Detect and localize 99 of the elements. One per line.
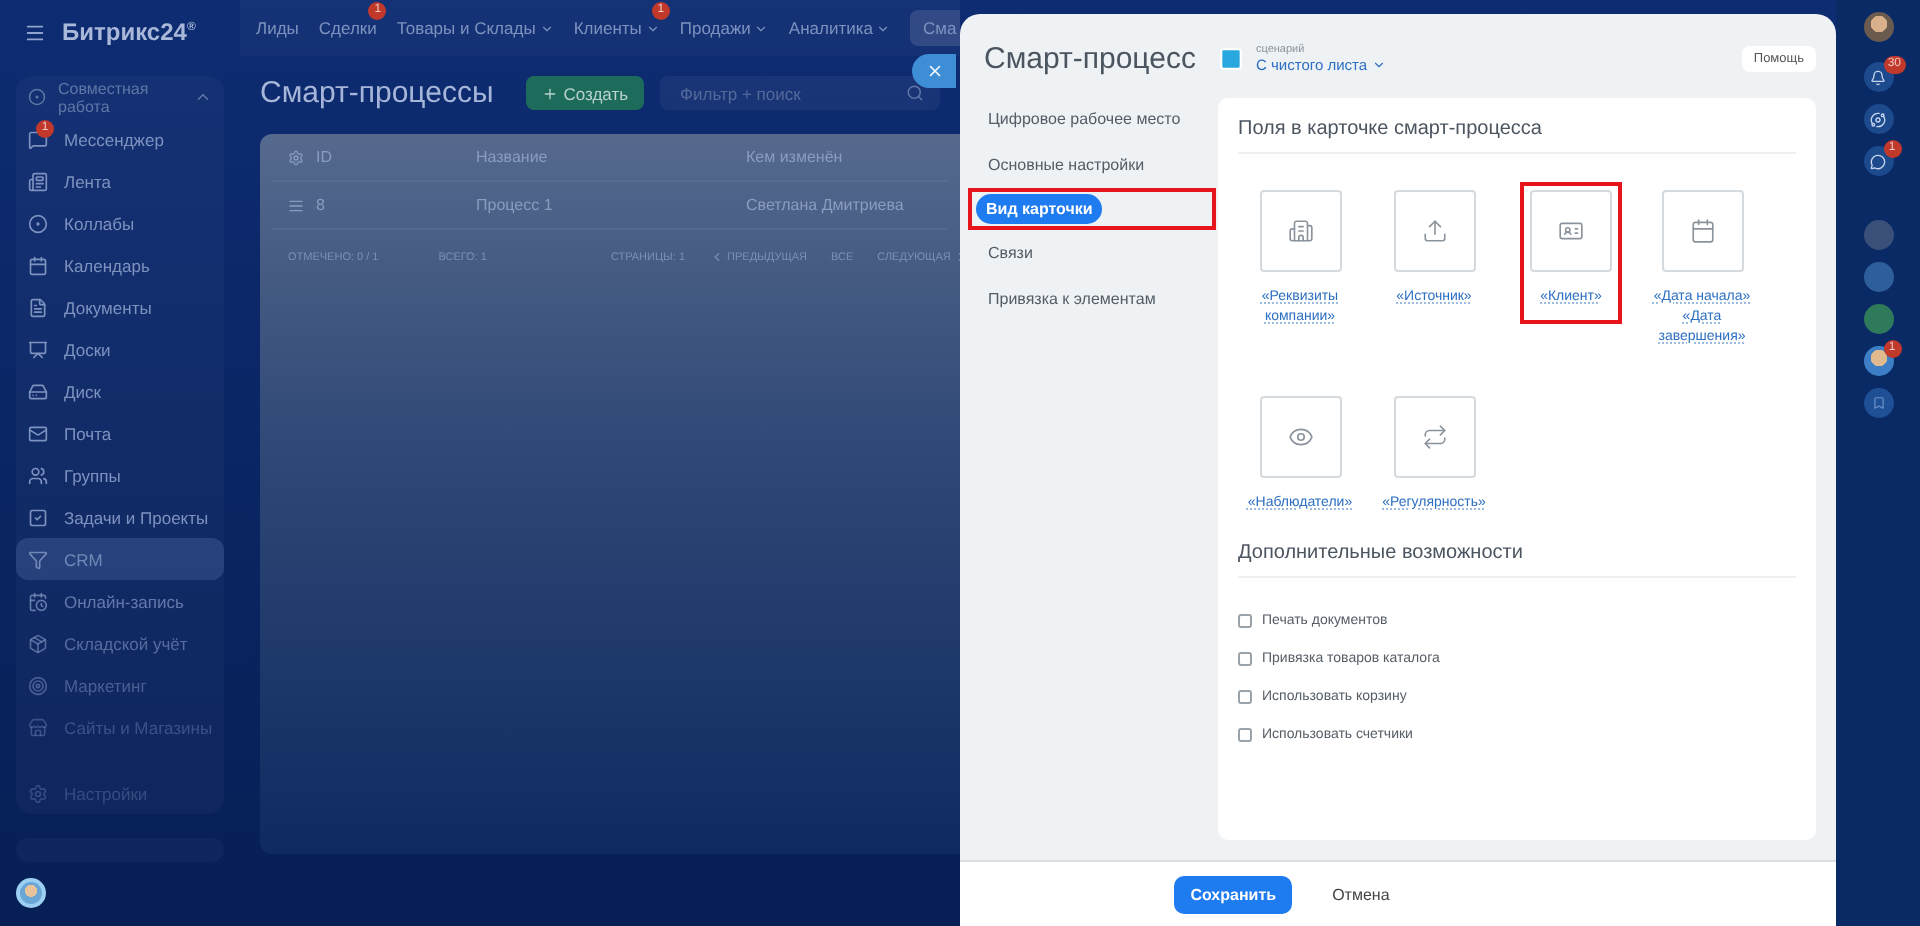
close-icon: [925, 62, 943, 80]
sidebar-icon: [28, 423, 48, 443]
panel-title: Смарт-процесс: [982, 42, 1198, 76]
chevron-icon: [1371, 57, 1386, 71]
checkbox[interactable]: [1238, 614, 1252, 628]
create-button[interactable]: Создать: [525, 76, 645, 110]
sidebar-icon: [28, 255, 48, 275]
panel-nav-item[interactable]: Привязка к элементам: [976, 280, 1168, 318]
panel-nav-item[interactable]: Цифровое рабочее место: [976, 100, 1193, 138]
sidebar-item[interactable]: Группы: [16, 454, 224, 496]
search-icon[interactable]: [906, 84, 925, 102]
sidebar-item[interactable]: Почта: [16, 412, 224, 454]
chevron-left-icon: [709, 250, 724, 264]
building-icon: [1287, 218, 1313, 244]
checkbox[interactable]: [1238, 690, 1252, 704]
group-title: Совместная работа: [58, 79, 151, 115]
bell-icon: [1870, 69, 1886, 85]
chevron-icon[interactable]: [194, 88, 212, 106]
sidebar-icon: [28, 129, 48, 149]
sidebar-icon: [28, 549, 48, 569]
column-header: ID: [316, 148, 334, 166]
sidebar-item[interactable]: Складской учёт: [16, 622, 224, 664]
chevron-icon: [876, 21, 891, 35]
table-cell-text: Светлана Дмитриева: [746, 196, 906, 214]
sidebar-item[interactable]: Доски: [16, 328, 224, 370]
orbit-button[interactable]: [1863, 104, 1893, 134]
group-icon: [28, 88, 46, 106]
page-title: Смарт-процессы: [260, 76, 494, 110]
search-input[interactable]: Фильтр + поиск: [676, 81, 907, 105]
nav-item[interactable]: Продажи: [679, 14, 769, 42]
menu-icon[interactable]: [24, 21, 46, 43]
sidebar-item[interactable]: CRM: [16, 538, 224, 580]
repeat-icon: [1421, 424, 1447, 450]
chevron-icon: [539, 21, 554, 35]
table-cell-text: 8: [316, 196, 327, 214]
sidebar-icon: [28, 591, 48, 611]
sidebar-item[interactable]: Маркетинг: [16, 664, 224, 706]
bookmark-button[interactable]: [1863, 388, 1893, 418]
drag-icon[interactable]: [288, 197, 304, 213]
chevron-icon: [754, 21, 769, 35]
nav-item[interactable]: Сма: [910, 10, 960, 46]
sidebar-icon: [28, 465, 48, 485]
user-avatar[interactable]: [16, 878, 46, 908]
panel-nav-item[interactable]: Связи: [976, 234, 1045, 272]
chat-icon: [1870, 153, 1886, 169]
sidebar-icon: [28, 717, 48, 737]
column-header: Кем изменён: [746, 148, 845, 166]
section-title: Поля в карточке смарт-процесса: [1238, 118, 1796, 154]
sidebar-icon: [28, 783, 48, 803]
sidebar-item[interactable]: Лента: [16, 160, 224, 202]
section-title: Дополнительные возможности: [1238, 542, 1796, 578]
nav-item[interactable]: Клиенты: [573, 14, 660, 42]
cancel-button[interactable]: Отмена: [1320, 883, 1402, 905]
table-cell-text: Процесс 1: [476, 196, 555, 214]
settings-icon[interactable]: [288, 149, 304, 165]
calendar-icon: [1689, 218, 1715, 244]
panel-nav-item[interactable]: Основные настройки: [976, 146, 1157, 184]
logo[interactable]: Битрикс24$^{®}$: [62, 18, 196, 46]
sidebar-item[interactable]: Онлайн-запись: [16, 580, 224, 622]
sidebar-item[interactable]: Документы: [16, 286, 224, 328]
sidebar-icon: [28, 633, 48, 653]
save-button[interactable]: Сохранить: [1174, 875, 1293, 913]
column-header: Название: [476, 148, 550, 166]
sidebar-item[interactable]: Задачи и Проекты: [16, 496, 224, 538]
nav-item[interactable]: Товары и Склады: [396, 14, 554, 42]
chat-button[interactable]: [1863, 146, 1893, 176]
nav-item[interactable]: Лиды: [256, 14, 299, 42]
checkbox[interactable]: [1238, 728, 1252, 742]
sidebar-icon: [28, 213, 48, 233]
upload-icon: [1421, 218, 1447, 244]
user-avatar[interactable]: [1863, 12, 1893, 42]
field-tile[interactable]: [1530, 190, 1612, 272]
chevron-icon: [645, 21, 660, 35]
orbit-icon: [1870, 111, 1886, 127]
nav-item[interactable]: Аналитика: [788, 14, 891, 42]
id-card-icon: [1558, 218, 1584, 244]
sidebar-item[interactable]: Диск: [16, 370, 224, 412]
sidebar-icon: [28, 675, 48, 695]
bookmark-icon: [1871, 396, 1885, 410]
sidebar-icon: [28, 507, 48, 527]
sidebar-item[interactable]: Календарь: [16, 244, 224, 286]
sidebar-icon: [28, 381, 48, 401]
field-tile[interactable]: [1661, 190, 1743, 272]
field-tile[interactable]: [1393, 190, 1475, 272]
field-tile[interactable]: [1259, 190, 1341, 272]
sidebar-item[interactable]: Коллабы: [16, 202, 224, 244]
field-tile[interactable]: [1393, 396, 1475, 478]
contact-avatar[interactable]: [1863, 346, 1893, 376]
sidebar-icon: [28, 171, 48, 191]
plus-icon: [541, 85, 558, 101]
sidebar-icon: [28, 339, 48, 359]
field-tile[interactable]: [1259, 396, 1341, 478]
search-field[interactable]: Фильтр + поиск: [660, 76, 941, 110]
panel-nav-item[interactable]: Вид карточки: [976, 194, 1103, 224]
sidebar-icon: [28, 297, 48, 317]
close-button[interactable]: [912, 54, 956, 88]
nav-item[interactable]: Сделки: [318, 14, 377, 42]
checkbox[interactable]: [1238, 652, 1252, 666]
eye-icon: [1287, 424, 1313, 450]
